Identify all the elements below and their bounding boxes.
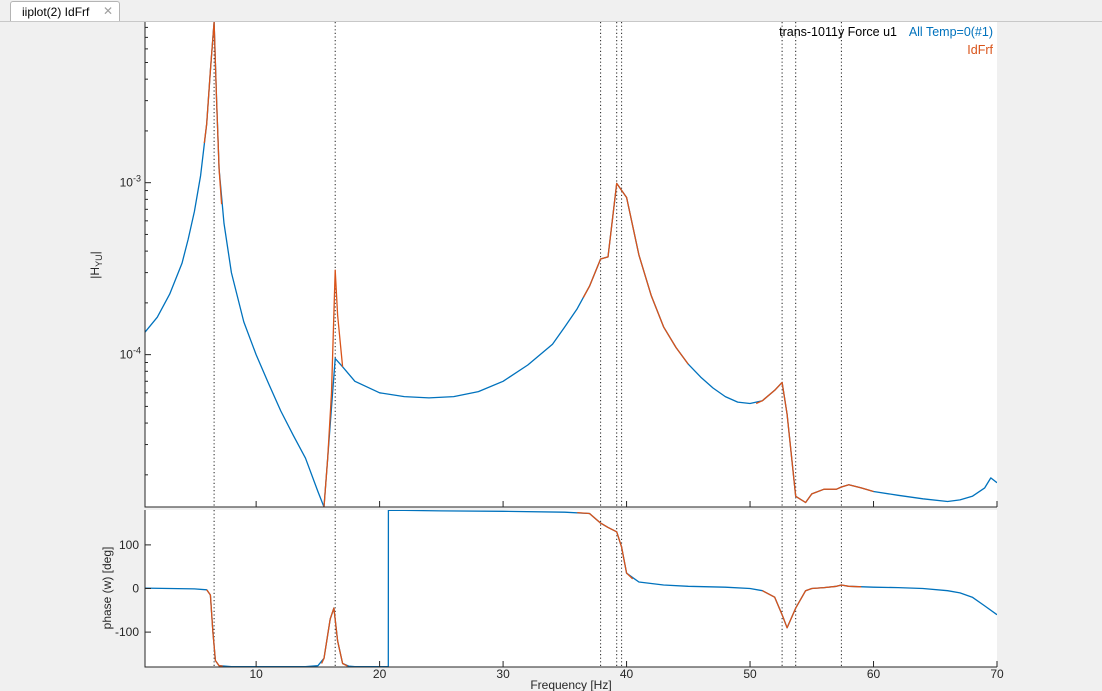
phase-axes[interactable]: 10 20 30 40 50 60 70 -100 0 100 phase (w) [deg] F… (100, 510, 1004, 691)
phase-plot-area (145, 510, 997, 667)
x-tick-label: 30 (496, 667, 510, 681)
x-tick-label: 20 (373, 667, 387, 681)
figure: 10-4 10-3 |HYU| trans-1011y Force u1 All … (88, 22, 1004, 691)
x-tick-label: 10 (249, 667, 263, 681)
tab-label: iiplot(2) IdFrf (22, 5, 90, 19)
x-tick-label: 50 (743, 667, 757, 681)
y-tick-label: 0 (132, 582, 139, 596)
magnitude-ylabel: |HYU| (88, 251, 104, 278)
x-tick-label: 40 (620, 667, 634, 681)
magnitude-axes[interactable]: 10-4 10-3 |HYU| (88, 22, 998, 508)
phase-xlabel: Frequency [Hz] (530, 678, 611, 691)
phase-ylabel: phase (w) [deg] (100, 547, 114, 630)
y-tick-label: -100 (115, 625, 139, 639)
y-tick-label: 10-3 (120, 174, 141, 190)
y-tick-label: 100 (119, 538, 139, 552)
y-tick-label: 10-4 (120, 346, 141, 362)
close-icon[interactable]: ✕ (103, 4, 113, 18)
x-tick-label: 70 (990, 667, 1004, 681)
magnitude-plot-area (145, 22, 997, 507)
legend-series-identified: IdFrf (967, 43, 993, 57)
legend-series-measured: All Temp=0(#1) (909, 25, 993, 39)
tab-iiplot[interactable]: iiplot(2) IdFrf ✕ (10, 1, 120, 21)
legend-title: trans-1011y Force u1 (779, 25, 897, 39)
x-tick-label: 60 (867, 667, 881, 681)
tab-bar: iiplot(2) IdFrf ✕ (0, 0, 1102, 22)
